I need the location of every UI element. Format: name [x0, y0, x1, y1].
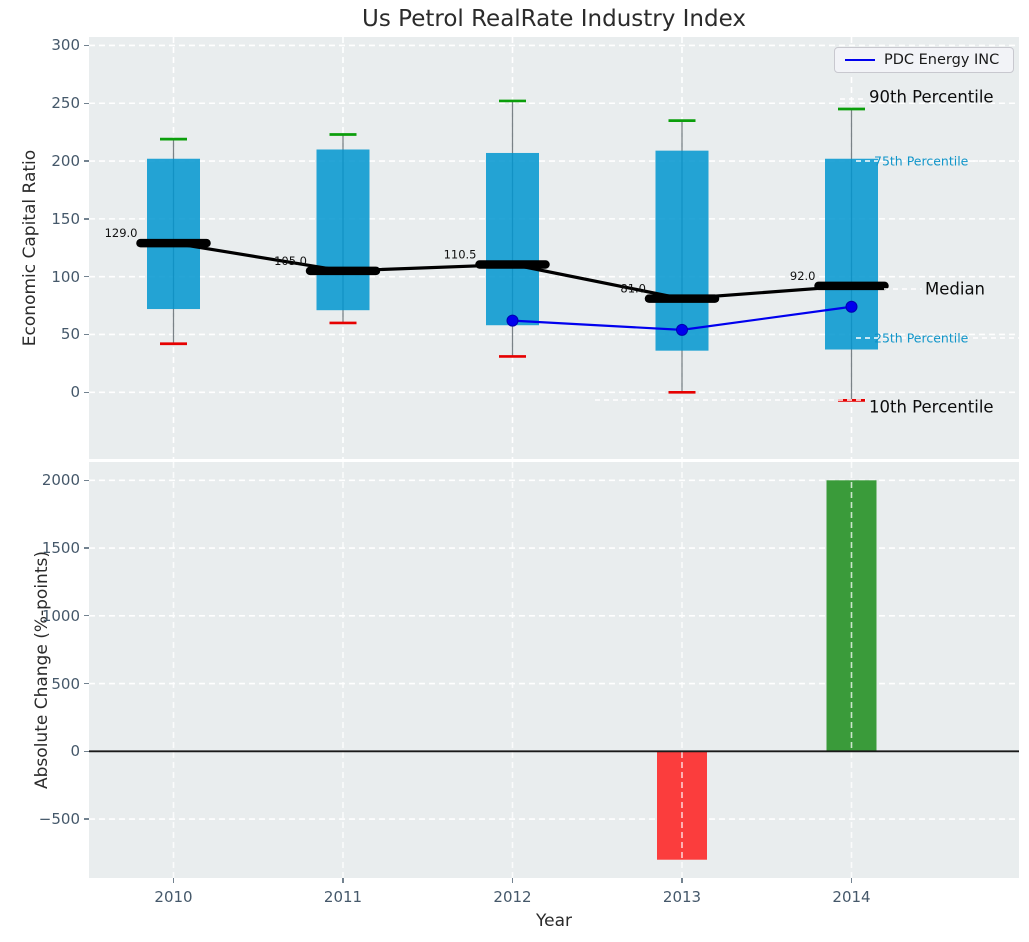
- y-tick-label-bottom: 0: [0, 742, 80, 760]
- y-tick-label-top: 300: [0, 36, 80, 54]
- x-tick-mark: [342, 878, 343, 883]
- y-tick-mark: [84, 218, 89, 219]
- median-value-label: 129.0: [105, 226, 138, 240]
- x-tick-label: 2011: [324, 888, 362, 906]
- y-tick-mark: [84, 103, 89, 104]
- x-tick-mark: [851, 878, 852, 883]
- y-tick-mark: [84, 547, 89, 548]
- y-tick-label-bottom: 2000: [0, 471, 80, 489]
- y-tick-mark: [84, 818, 89, 819]
- y-tick-mark: [84, 615, 89, 616]
- y-tick-label-top: 200: [0, 152, 80, 170]
- x-tick-mark: [512, 878, 513, 883]
- annotation-median: Median: [925, 280, 985, 299]
- x-tick-mark: [173, 878, 174, 883]
- y-tick-mark: [84, 751, 89, 752]
- bottom-chart-panel: [89, 462, 1019, 878]
- y-tick-label-top: 100: [0, 268, 80, 286]
- percentile-box: [486, 153, 539, 325]
- y-tick-mark: [84, 276, 89, 277]
- median-value-label: 92.0: [790, 269, 816, 283]
- y-tick-label-top: 250: [0, 94, 80, 112]
- y-tick-label-bottom: 500: [0, 675, 80, 693]
- y-tick-label-top: 50: [0, 325, 80, 343]
- y-tick-mark: [84, 160, 89, 161]
- figure: Us Petrol RealRate Industry Index 129.0 1…: [0, 0, 1029, 942]
- y-tick-label-bottom: 1000: [0, 607, 80, 625]
- x-tick-label: 2013: [663, 888, 701, 906]
- annotation-25th-percentile: 25th Percentile: [874, 331, 968, 346]
- annotation-75th-percentile: 75th Percentile: [874, 154, 968, 169]
- x-tick-label: 2012: [493, 888, 531, 906]
- y-tick-mark: [84, 392, 89, 393]
- y-tick-mark: [84, 334, 89, 335]
- x-tick-label: 2014: [832, 888, 870, 906]
- chart-title: Us Petrol RealRate Industry Index: [89, 6, 1019, 32]
- percentile-box: [147, 159, 200, 309]
- y-tick-label-bottom: 1500: [0, 539, 80, 557]
- percentile-box: [825, 159, 878, 350]
- median-value-label: 105.0: [274, 254, 307, 268]
- x-tick-mark: [681, 878, 682, 883]
- y-tick-label-top: 150: [0, 210, 80, 228]
- y-tick-mark: [84, 683, 89, 684]
- median-value-label: 110.5: [444, 248, 477, 262]
- x-tick-label: 2010: [154, 888, 192, 906]
- y-tick-mark: [84, 480, 89, 481]
- x-axis-label: Year: [89, 911, 1019, 931]
- pdc-marker: [507, 315, 518, 326]
- y-tick-label-top: 0: [0, 383, 80, 401]
- absolute-change-bar-chart: [89, 462, 1019, 878]
- percentile-box: [317, 149, 370, 310]
- y-tick-label-bottom: −500: [0, 810, 80, 828]
- median-value-label: 81.0: [620, 282, 646, 296]
- pdc-marker: [677, 324, 688, 335]
- y-tick-mark: [84, 45, 89, 46]
- legend: PDC Energy INC: [834, 47, 1014, 73]
- pdc-line-sample-icon: [845, 59, 875, 61]
- pdc-marker: [846, 301, 857, 312]
- annotation-90th-percentile: 90th Percentile: [869, 88, 994, 107]
- legend-label: PDC Energy INC: [884, 52, 999, 68]
- percentile-box: [656, 151, 709, 351]
- annotation-10th-percentile: 10th Percentile: [869, 398, 994, 417]
